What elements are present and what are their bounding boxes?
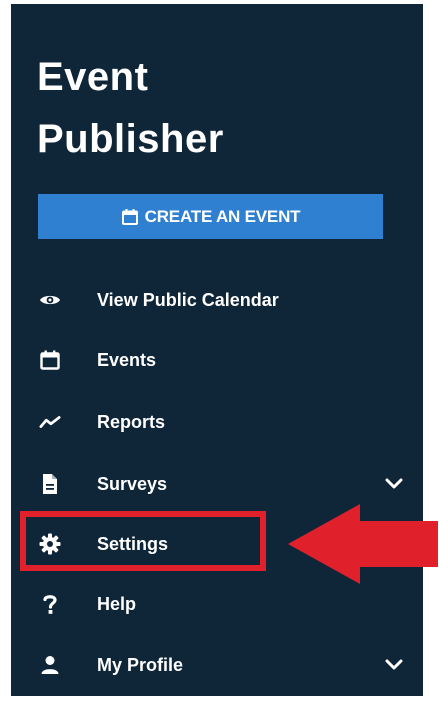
- calendar-icon: [39, 349, 61, 371]
- question-mark-icon: [39, 593, 61, 615]
- chevron-down-icon[interactable]: [383, 654, 405, 676]
- trend-line-icon: [39, 411, 61, 433]
- sidebar: Event Publisher CREATE AN EVENT View Pub…: [11, 4, 423, 696]
- nav-label: Events: [97, 349, 157, 370]
- app-title: Event Publisher: [37, 46, 224, 170]
- nav-label: View Public Calendar: [97, 289, 279, 310]
- nav-item-my-profile[interactable]: My Profile: [11, 645, 423, 685]
- document-icon: [39, 473, 61, 495]
- arrow-left-icon: [288, 504, 438, 589]
- nav-item-surveys[interactable]: Surveys: [11, 464, 423, 504]
- app-title-line-2: Publisher: [37, 117, 224, 161]
- chevron-down-icon[interactable]: [383, 473, 405, 495]
- create-event-button[interactable]: CREATE AN EVENT: [38, 194, 383, 239]
- person-icon: [39, 654, 61, 676]
- calendar-icon: [121, 208, 139, 226]
- nav-item-events[interactable]: Events: [11, 340, 423, 380]
- create-event-label: CREATE AN EVENT: [144, 206, 301, 226]
- nav-label: Help: [97, 593, 137, 614]
- nav-label: Surveys: [97, 473, 168, 494]
- nav-item-reports[interactable]: Reports: [11, 402, 423, 442]
- nav-item-help[interactable]: Help: [11, 584, 423, 624]
- eye-icon: [39, 289, 61, 311]
- settings-highlight-box: [20, 511, 266, 571]
- nav-label: Reports: [97, 411, 166, 432]
- nav-label: My Profile: [97, 654, 184, 675]
- nav-item-view-public-calendar[interactable]: View Public Calendar: [11, 280, 423, 320]
- app-title-line-1: Event: [37, 55, 149, 99]
